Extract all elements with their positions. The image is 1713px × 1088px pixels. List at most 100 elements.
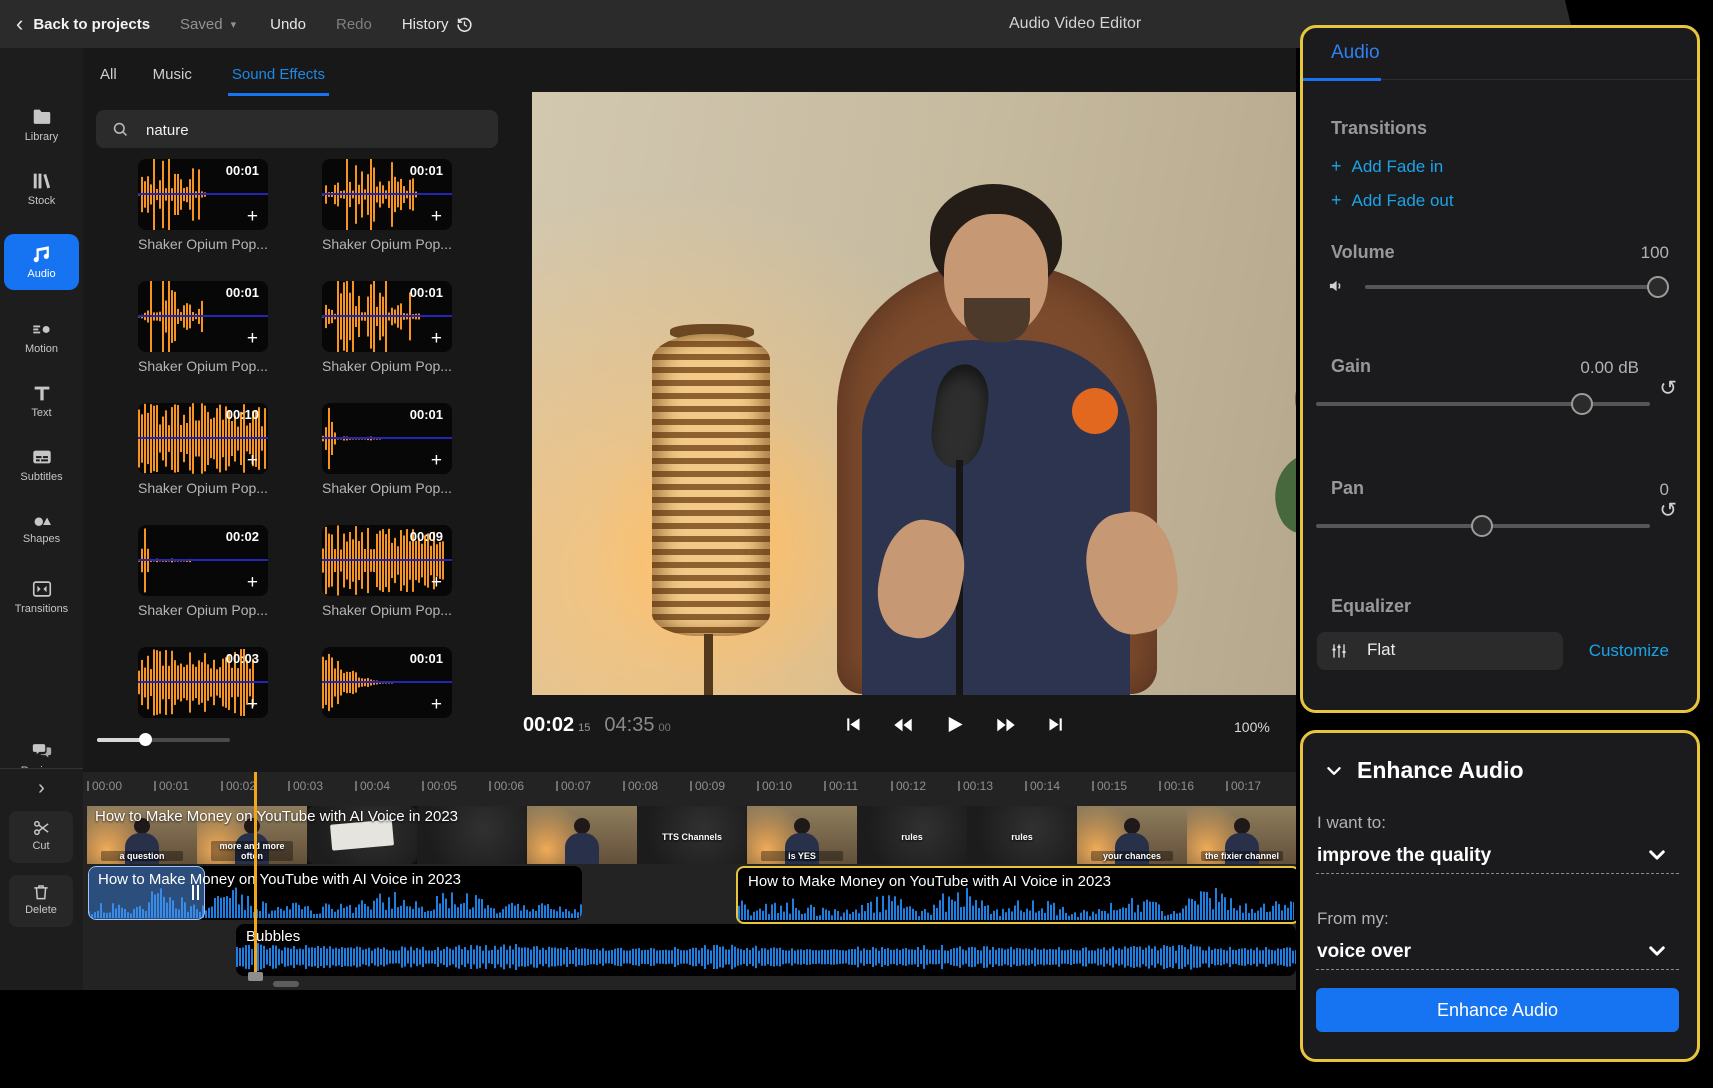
undo-button[interactable]: Undo — [270, 16, 306, 33]
media-scrollbar-fill — [97, 738, 145, 742]
tab-sound-effects[interactable]: Sound Effects — [228, 66, 329, 96]
tab-music[interactable]: Music — [153, 66, 192, 96]
add-sound-button[interactable]: + — [431, 694, 442, 717]
video-thumbnail: is YES — [747, 806, 857, 864]
ruler-tick: 00:11 — [824, 779, 858, 793]
sidebar-item-shapes[interactable]: Shapes — [4, 508, 79, 545]
rewind-button[interactable] — [892, 714, 914, 736]
sidebar-item-motion[interactable]: Motion — [4, 318, 79, 355]
app-root: ‹ Back to projects Saved ▾ Undo Redo His… — [0, 0, 1713, 1088]
sidebar-item-subtitles[interactable]: Subtitles — [4, 446, 79, 483]
history-button[interactable]: History — [402, 15, 474, 34]
add-sound-button[interactable]: + — [431, 206, 442, 229]
redo-button[interactable]: Redo — [336, 16, 372, 33]
add-sound-button[interactable]: + — [247, 572, 258, 595]
gain-reset-icon[interactable]: ↺ — [1659, 378, 1677, 399]
tab-all[interactable]: All — [100, 66, 117, 96]
ruler-tick: 00:12 — [891, 779, 926, 793]
enhance-audio-header[interactable]: Enhance Audio — [1325, 757, 1524, 784]
volume-slider-thumb[interactable] — [1647, 276, 1669, 298]
audio-clip-2[interactable]: How to Make Money on YouTube with AI Voi… — [736, 866, 1296, 924]
customize-link[interactable]: Customize — [1589, 641, 1669, 661]
sidebar-item-audio[interactable]: Audio — [4, 234, 79, 290]
bubbles-clip[interactable]: Bubbles — [236, 924, 1296, 976]
dropdown-underline — [1316, 873, 1679, 874]
sound-name: Shaker Opium Pop... — [138, 480, 268, 496]
media-scrollbar[interactable] — [97, 738, 230, 742]
ruler-tick: 00:00 — [87, 779, 122, 793]
current-frames: 15 — [578, 722, 590, 734]
zoom-level[interactable]: 100% — [1234, 719, 1270, 735]
add-sound-button[interactable]: + — [247, 450, 258, 473]
enhance-audio-button[interactable]: Enhance Audio — [1316, 988, 1679, 1032]
waveform-baseline — [322, 681, 452, 683]
add-sound-button[interactable]: + — [431, 572, 442, 595]
sound-duration: 00:01 — [410, 651, 443, 666]
enhance-audio-panel: Enhance Audio I want to: improve the qua… — [1300, 730, 1700, 1062]
sidebar-item-text[interactable]: Text — [4, 382, 79, 419]
audio-settings-panel: Audio Transitions +Add Fade in +Add Fade… — [1300, 25, 1700, 713]
timeline-scrollbar-thumb[interactable] — [273, 981, 299, 987]
add-sound-button[interactable]: + — [431, 450, 442, 473]
sound-effect-card[interactable]: 00:09+ — [322, 525, 452, 596]
add-sound-button[interactable]: + — [247, 328, 258, 351]
sidebar-item-transitions[interactable]: Transitions — [4, 578, 79, 615]
saved-status[interactable]: Saved — [180, 16, 223, 33]
gain-slider[interactable] — [1316, 402, 1650, 406]
current-time: 00:02 — [523, 714, 574, 736]
from-dropdown[interactable]: voice over — [1317, 941, 1411, 963]
fast-forward-button[interactable] — [995, 714, 1017, 736]
playhead-handle[interactable] — [248, 972, 263, 981]
add-fade-out-button[interactable]: +Add Fade out — [1331, 190, 1454, 211]
music-note-icon — [4, 243, 79, 265]
sidebar-item-label: Motion — [25, 343, 58, 355]
add-sound-button[interactable]: + — [247, 694, 258, 717]
cut-label: Cut — [32, 840, 49, 852]
sound-duration: 00:01 — [226, 285, 259, 300]
thumbnail-caption: a question — [101, 851, 183, 861]
collapse-arrow-icon[interactable]: › — [0, 777, 83, 800]
delete-button[interactable]: Delete — [9, 875, 73, 927]
sound-effect-card[interactable]: 00:01+ — [138, 159, 268, 230]
sound-effect-card[interactable]: 00:01+ — [322, 403, 452, 474]
pan-reset-icon[interactable]: ↺ — [1659, 500, 1677, 521]
sound-effect-card[interactable]: 00:03+ — [138, 647, 268, 718]
skip-to-start-button[interactable] — [842, 714, 863, 735]
volume-slider[interactable] — [1365, 285, 1665, 289]
sidebar-item-label: Stock — [28, 195, 56, 207]
sound-effect-card[interactable]: 00:01 + — [138, 281, 268, 352]
sound-effect-card[interactable]: 00:01+ — [322, 159, 452, 230]
add-sound-button[interactable]: + — [431, 328, 442, 351]
sound-effect-card[interactable]: 00:01 + — [322, 647, 452, 718]
playhead[interactable] — [254, 772, 257, 978]
back-chevron-icon[interactable]: ‹ — [16, 13, 23, 35]
media-scrollbar-thumb[interactable] — [139, 733, 152, 746]
chevron-down-icon[interactable] — [1647, 845, 1667, 870]
sound-effect-card[interactable]: 00:01+ — [322, 281, 452, 352]
sound-effect-card[interactable]: 00:02+ — [138, 525, 268, 596]
video-preview[interactable] — [532, 92, 1296, 695]
folder-icon — [4, 106, 79, 128]
back-to-projects-button[interactable]: Back to projects — [33, 16, 150, 33]
add-sound-button[interactable]: + — [247, 206, 258, 229]
add-fade-in-button[interactable]: +Add Fade in — [1331, 156, 1443, 177]
equalizer-preset-dropdown[interactable]: Flat — [1317, 632, 1563, 670]
skip-to-end-button[interactable] — [1046, 714, 1067, 735]
waveform-baseline — [138, 681, 268, 683]
pan-slider-thumb[interactable] — [1471, 515, 1493, 537]
plus-icon: + — [1331, 156, 1342, 176]
sound-effect-card[interactable]: 00:10+ — [138, 403, 268, 474]
sidebar-item-library[interactable]: Library — [4, 106, 79, 143]
tab-audio-underline — [1303, 78, 1381, 81]
search-input[interactable] — [144, 110, 478, 150]
saved-caret-icon[interactable]: ▾ — [231, 18, 237, 31]
cut-button[interactable]: Cut — [9, 811, 73, 863]
trim-handle[interactable] — [192, 885, 199, 900]
tab-audio[interactable]: Audio — [1331, 42, 1380, 64]
want-dropdown[interactable]: improve the quality — [1317, 845, 1491, 867]
audio-clip-1[interactable]: How to Make Money on YouTube with AI Voi… — [88, 866, 582, 920]
sidebar-item-stock[interactable]: Stock — [4, 170, 79, 207]
play-button[interactable] — [943, 713, 966, 736]
chevron-down-icon[interactable] — [1647, 941, 1667, 966]
gain-slider-thumb[interactable] — [1571, 393, 1593, 415]
